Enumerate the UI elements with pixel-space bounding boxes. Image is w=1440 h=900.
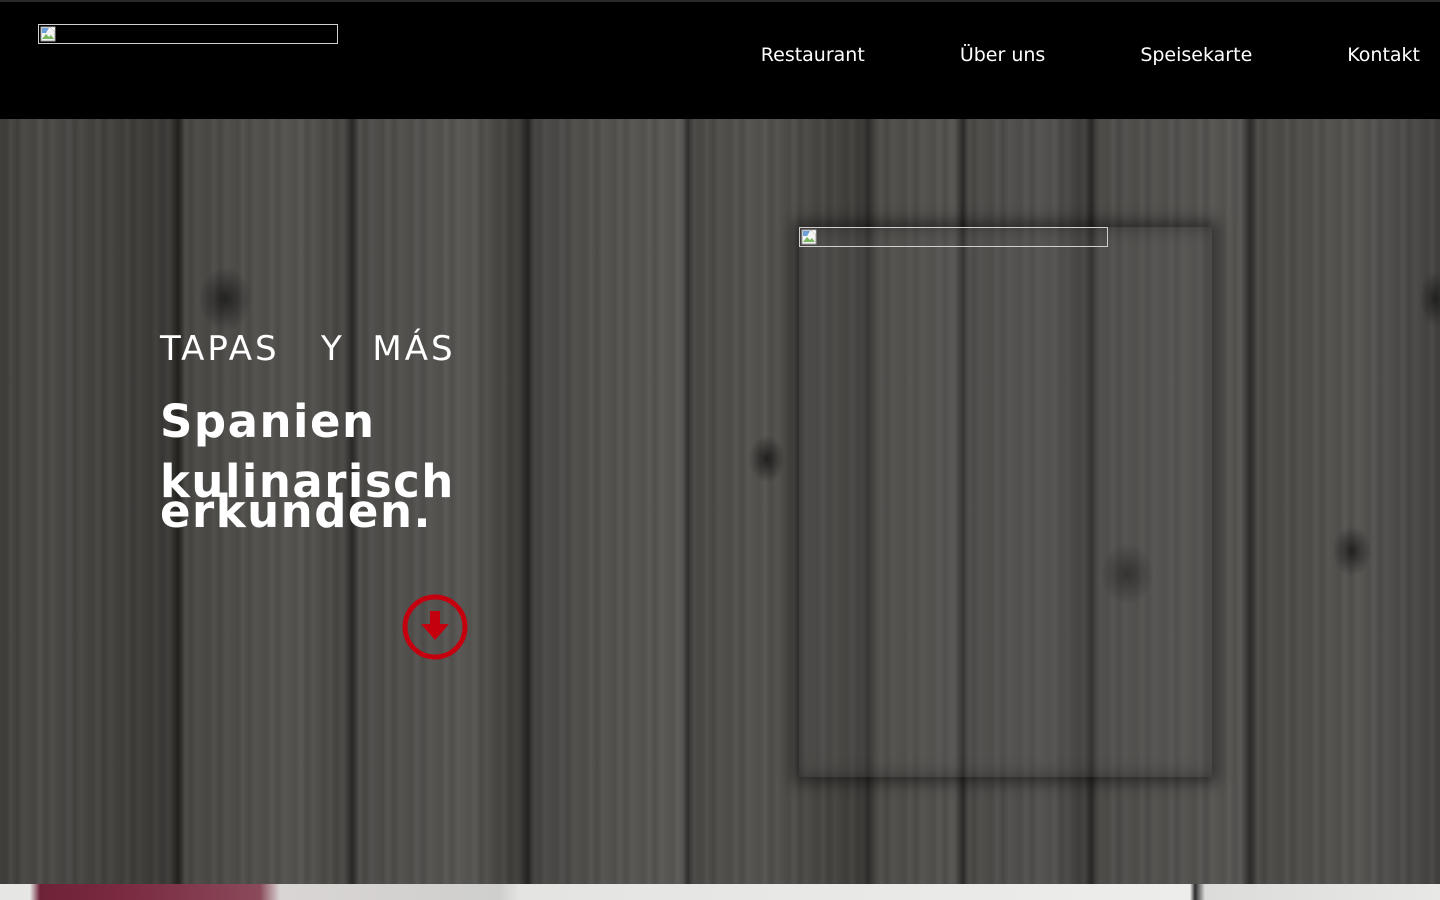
nav-item-restaurant[interactable]: Restaurant (761, 44, 865, 66)
headline-line-3: erkunden. (160, 485, 433, 538)
hero-photo (799, 227, 1108, 247)
hero-section: TAPAS Y MÁS Spanien kulinarisch erkunden… (0, 119, 1440, 884)
broken-image-icon (40, 26, 56, 42)
hero-eyebrow: TAPAS Y MÁS (160, 329, 456, 369)
main-nav: Restaurant Über uns Speisekarte Kontakt (761, 44, 1420, 66)
scroll-down-button[interactable] (401, 593, 469, 661)
nav-item-kontakt[interactable]: Kontakt (1347, 44, 1420, 66)
site-logo[interactable] (38, 24, 338, 44)
arrow-down-circle-icon (402, 594, 468, 660)
hero-photo-panel (799, 227, 1212, 777)
next-section-preview (0, 884, 1440, 900)
headline-line-1: Spanien (160, 395, 376, 448)
hero-headline: Spanien kulinarisch erkunden. (160, 392, 480, 542)
nav-item-speisekarte[interactable]: Speisekarte (1140, 44, 1252, 66)
nav-item-ueber-uns[interactable]: Über uns (960, 44, 1046, 66)
broken-image-icon (801, 229, 817, 245)
site-header: Restaurant Über uns Speisekarte Kontakt (0, 0, 1440, 119)
